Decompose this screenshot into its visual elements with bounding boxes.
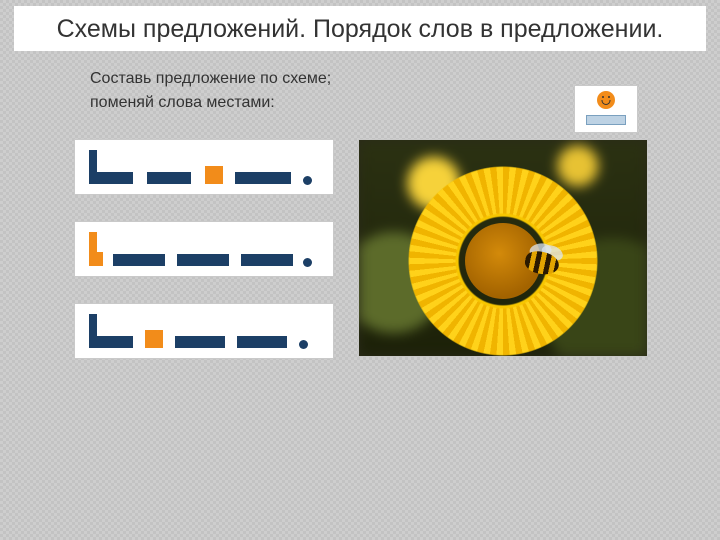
smiley-widget xyxy=(574,85,638,133)
word-bar xyxy=(175,336,225,348)
title-block: Схемы предложений. Порядок слов в предло… xyxy=(14,6,706,51)
word-bar xyxy=(235,172,291,184)
sentence-scheme-3 xyxy=(74,303,334,359)
period-icon xyxy=(299,340,308,349)
word-bar xyxy=(147,172,191,184)
content-area xyxy=(0,129,720,489)
flower-icon xyxy=(393,151,613,357)
smiley-plinth xyxy=(586,115,626,125)
word-bar xyxy=(241,254,293,266)
preposition-square-icon xyxy=(205,166,223,184)
cap-stroke-orange-icon xyxy=(89,232,97,254)
word-bar xyxy=(177,254,229,266)
sentence-scheme-1 xyxy=(74,139,334,195)
period-icon xyxy=(303,176,312,185)
cap-preposition-icon xyxy=(89,252,103,266)
reference-image xyxy=(358,139,648,357)
period-icon xyxy=(303,258,312,267)
smiley-face-icon xyxy=(597,91,615,109)
word-bar xyxy=(89,336,133,348)
word-bar xyxy=(89,172,133,184)
sentence-scheme-2 xyxy=(74,221,334,277)
preposition-square-icon xyxy=(145,330,163,348)
word-bar xyxy=(237,336,287,348)
word-bar xyxy=(113,254,165,266)
page-title: Схемы предложений. Порядок слов в предло… xyxy=(22,14,698,45)
